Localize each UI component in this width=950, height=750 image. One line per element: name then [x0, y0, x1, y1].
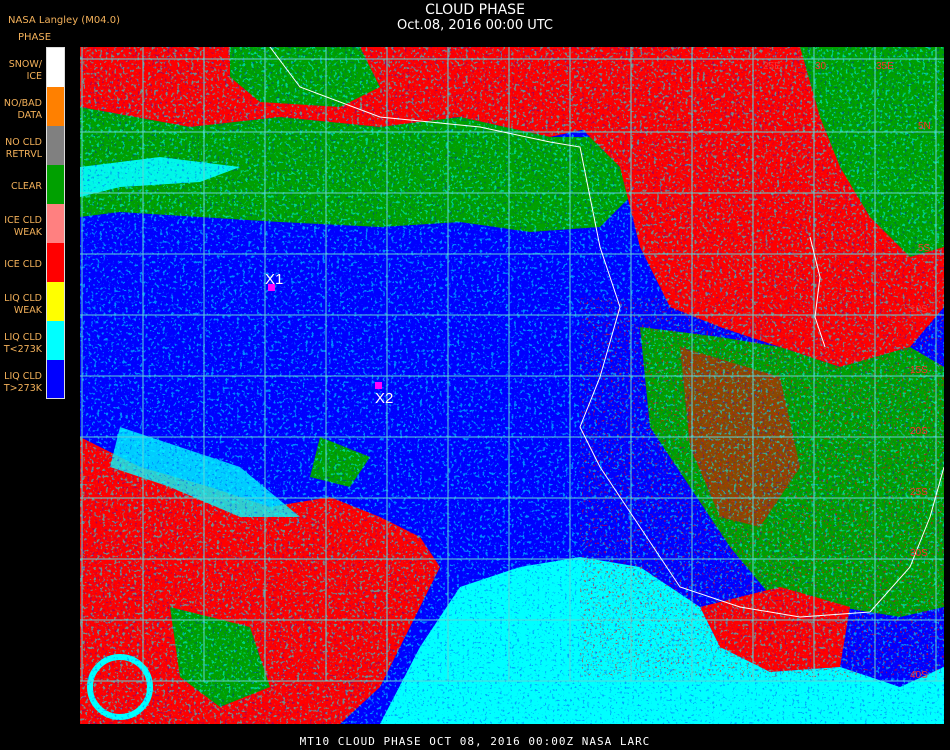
- lon-label-35e: 35E: [876, 61, 894, 72]
- legend-label-clear: CLEAR: [10, 181, 42, 192]
- legend-label-liq-cld-warm: LIQ CLD T>273K: [3, 371, 42, 394]
- legend-swatch-no-bad-data: [47, 87, 64, 126]
- lat-label-20s: 20S: [910, 426, 928, 437]
- lat-label-40s: 40S: [910, 670, 928, 681]
- legend-title: PHASE: [18, 32, 52, 43]
- map-title: CLOUD PHASE: [425, 2, 525, 18]
- legend-label-liq-cld-weak: LIQ CLD WEAK: [4, 293, 42, 316]
- legend-swatch-snow-ice: [47, 48, 64, 87]
- cloud-phase-map[interactable]: 25E 30 35E 5N 5S 10S 15S 20S 25S 30S 40S…: [80, 47, 944, 724]
- legend-label-no-cld-retrvl: NO CLD RETRVL: [5, 137, 42, 160]
- marker-label-x1: X1: [265, 271, 283, 288]
- lat-label-30s: 30S: [910, 548, 928, 559]
- legend-swatch-liq-cld-warm: [47, 360, 64, 398]
- legend-swatch-liq-cld-weak: [47, 282, 64, 321]
- map-datetime: Oct.08, 2016 00:00 UTC: [397, 18, 553, 33]
- legend-label-no-bad-data: NO/BAD DATA: [3, 98, 42, 121]
- legend-swatch-ice-cld: [47, 243, 64, 282]
- legend-colorbar: [46, 47, 65, 399]
- status-footer: MT10 CLOUD PHASE OCT 08, 2016 00:00Z NAS…: [299, 735, 651, 748]
- lat-label-25s: 25S: [910, 487, 928, 498]
- lat-label-5n: 5N: [918, 121, 931, 132]
- lat-label-5s: 5S: [918, 243, 931, 254]
- legend-swatch-liq-cld-cold: [47, 321, 64, 360]
- legend-swatch-no-cld-retrvl: [47, 126, 64, 165]
- lon-label-30: 30: [815, 61, 827, 72]
- map-canvas: 25E 30 35E 5N 5S 10S 15S 20S 25S 30S 40S…: [80, 47, 944, 724]
- legend-label-liq-cld-cold: LIQ CLD T<273K: [3, 332, 42, 355]
- source-label: NASA Langley (M04.0): [8, 15, 120, 26]
- lat-label-15s: 15S: [910, 365, 928, 376]
- legend-swatch-ice-cld-weak: [47, 204, 64, 243]
- marker-x2[interactable]: [375, 382, 382, 389]
- legend-label-ice-cld: ICE CLD: [4, 259, 42, 270]
- lon-label-25e: 25E: [763, 61, 781, 72]
- legend-label-snow-ice: SNOW/ ICE: [8, 59, 42, 82]
- marker-label-x2: X2: [375, 390, 393, 407]
- legend-swatch-clear: [47, 165, 64, 204]
- legend-label-ice-cld-weak: ICE CLD WEAK: [4, 215, 42, 238]
- lat-label-10s: 10S: [910, 304, 928, 315]
